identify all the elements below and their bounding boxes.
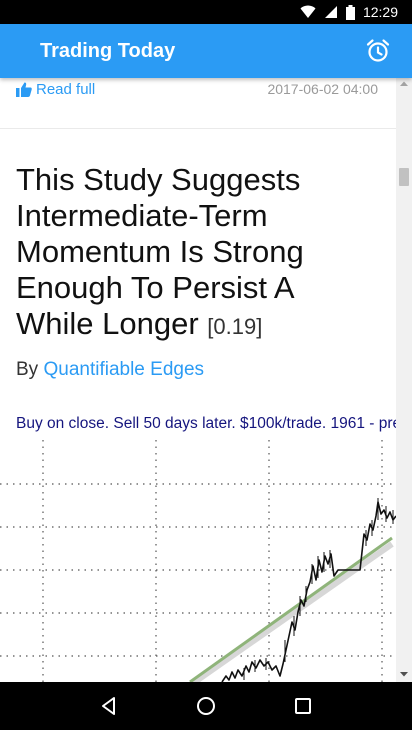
chart-graphic <box>0 440 396 682</box>
recents-icon <box>295 698 312 714</box>
byline-prefix: By <box>16 359 39 380</box>
signal-icon <box>324 5 338 19</box>
article-title-block: This Study Suggests Intermediate-Term Mo… <box>16 162 376 345</box>
article-meta-row: Read full 2017-06-02 04:00 <box>0 78 396 100</box>
read-full-label: Read full <box>36 80 96 98</box>
read-full-link[interactable]: Read full <box>16 81 95 98</box>
navigation-bar <box>0 682 412 730</box>
scroll-down-arrow-icon[interactable] <box>400 670 408 678</box>
scroll-up-arrow-icon[interactable] <box>400 80 408 88</box>
scrollbar-thumb[interactable] <box>399 168 409 186</box>
app-title: Trading Today <box>40 39 176 62</box>
status-bar: 12:29 <box>0 0 412 24</box>
embedded-chart-image <box>0 440 396 682</box>
thumbs-up-icon <box>16 82 32 97</box>
back-icon <box>101 697 115 715</box>
article-timestamp: 2017-06-02 04:00 <box>267 81 378 97</box>
chart-caption: Buy on close. Sell 50 days later. $100k/… <box>16 415 396 432</box>
author-link[interactable]: Quantifiable Edges <box>43 359 204 380</box>
app-bar: Trading Today <box>0 24 412 78</box>
recents-button[interactable] <box>287 690 319 722</box>
screen: 12:29 Trading Today Read full 2017-06-02… <box>0 0 412 730</box>
article-content: Read full 2017-06-02 04:00 This Study Su… <box>0 78 412 682</box>
home-icon <box>196 697 215 715</box>
article-score: [0.19] <box>207 314 263 339</box>
scrollbar[interactable] <box>396 78 412 682</box>
alarm-button[interactable] <box>364 37 392 65</box>
status-time: 12:29 <box>362 4 398 20</box>
home-button[interactable] <box>190 690 222 722</box>
equity-curve <box>221 501 396 682</box>
wifi-icon <box>300 5 316 19</box>
alarm-clock-icon <box>366 39 390 62</box>
back-button[interactable] <box>93 690 125 722</box>
divider <box>0 128 396 129</box>
byline: By Quantifiable Edges <box>16 359 204 381</box>
battery-icon <box>345 4 355 20</box>
